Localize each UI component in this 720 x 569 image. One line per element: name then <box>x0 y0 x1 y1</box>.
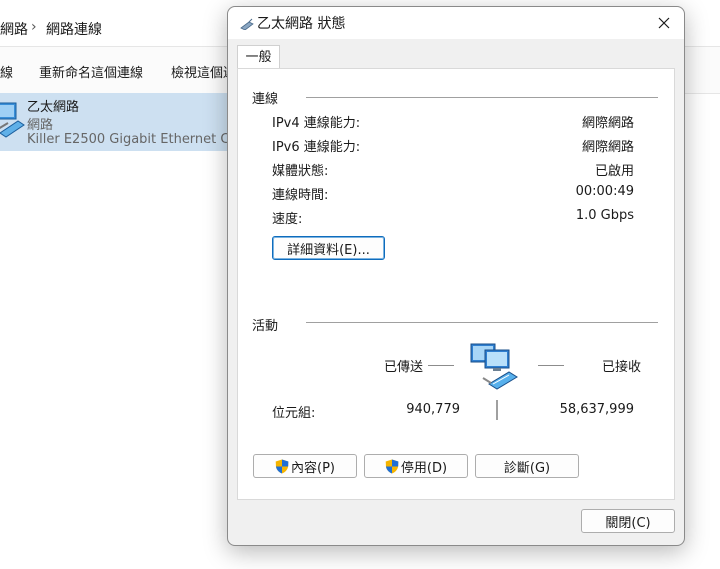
bytes-label: 位元組: <box>272 406 316 421</box>
ipv6-value: 網際網路 <box>581 140 634 155</box>
speed-label: 速度: <box>272 212 303 227</box>
activity-divider <box>306 322 658 323</box>
close-icon <box>658 17 670 29</box>
breadcrumb-network-connections[interactable]: 網路連線 <box>46 19 102 39</box>
speed-value: 1.0 Gbps <box>575 208 634 223</box>
ethernet-status-dialog: 乙太網路 狀態 一般 連線 IPv4 連線能力: 網際網路 IPv6 連線能力:… <box>227 6 685 546</box>
uac-shield-icon <box>275 459 289 473</box>
toolbar-item-connection[interactable]: 線 <box>0 62 13 81</box>
media-state-label: 媒體狀態: <box>272 164 329 179</box>
bytes-received-value: 58,637,999 <box>559 402 634 417</box>
close-dialog-button-label: 關閉(C) <box>605 515 651 531</box>
close-button[interactable] <box>650 10 678 36</box>
connection-divider <box>306 97 658 98</box>
tab-general[interactable]: 一般 <box>237 45 280 70</box>
ipv4-value: 網際網路 <box>581 116 634 131</box>
dialog-title: 乙太網路 狀態 <box>257 16 346 32</box>
ipv4-label: IPv4 連線能力: <box>272 116 361 131</box>
connection-heading: 連線 <box>252 92 279 107</box>
item-name: 乙太網路 <box>27 100 80 115</box>
disable-button[interactable]: 停用(D) <box>364 454 468 478</box>
general-panel: 連線 IPv4 連線能力: 網際網路 IPv6 連線能力: 網際網路 媒體狀態:… <box>237 68 675 500</box>
details-button-label: 詳細資料(E)... <box>287 242 370 258</box>
sent-label: 已傳送 <box>384 360 424 375</box>
close-dialog-button[interactable]: 關閉(C) <box>581 509 675 533</box>
diagnose-button[interactable]: 診斷(G) <box>475 454 579 478</box>
activity-separator <box>496 400 498 420</box>
item-device: Killer E2500 Gigabit Ethernet C... <box>27 132 242 147</box>
activity-heading: 活動 <box>252 319 279 334</box>
breadcrumb-separator: › <box>31 19 37 35</box>
received-dash <box>538 365 564 366</box>
toolbar-rename-button[interactable]: 重新命名這個連線 <box>39 62 143 81</box>
properties-button-label: 內容(P) <box>291 460 335 476</box>
dialog-titlebar[interactable]: 乙太網路 狀態 <box>228 7 684 39</box>
properties-button[interactable]: 內容(P) <box>253 454 357 478</box>
details-button[interactable]: 詳細資料(E)... <box>272 236 385 260</box>
duration-value: 00:00:49 <box>575 184 634 199</box>
bytes-sent-value: 940,779 <box>406 402 460 417</box>
uac-shield-icon <box>385 459 399 473</box>
diagnose-button-label: 診斷(G) <box>503 460 551 476</box>
item-type: 網路 <box>27 118 54 133</box>
ethernet-adapter-icon <box>0 102 25 138</box>
duration-label: 連線時間: <box>272 188 329 203</box>
network-computers-icon <box>470 343 518 390</box>
media-state-value: 已啟用 <box>594 164 634 179</box>
disable-button-label: 停用(D) <box>400 460 448 476</box>
list-item-ethernet[interactable]: 乙太網路 網路 Killer E2500 Gigabit Ethernet C.… <box>0 93 242 151</box>
network-cable-icon <box>240 18 254 30</box>
ipv6-label: IPv6 連線能力: <box>272 140 361 155</box>
received-label: 已接收 <box>602 360 642 375</box>
breadcrumb-network[interactable]: 網路 <box>0 19 28 39</box>
sent-dash <box>428 365 454 366</box>
